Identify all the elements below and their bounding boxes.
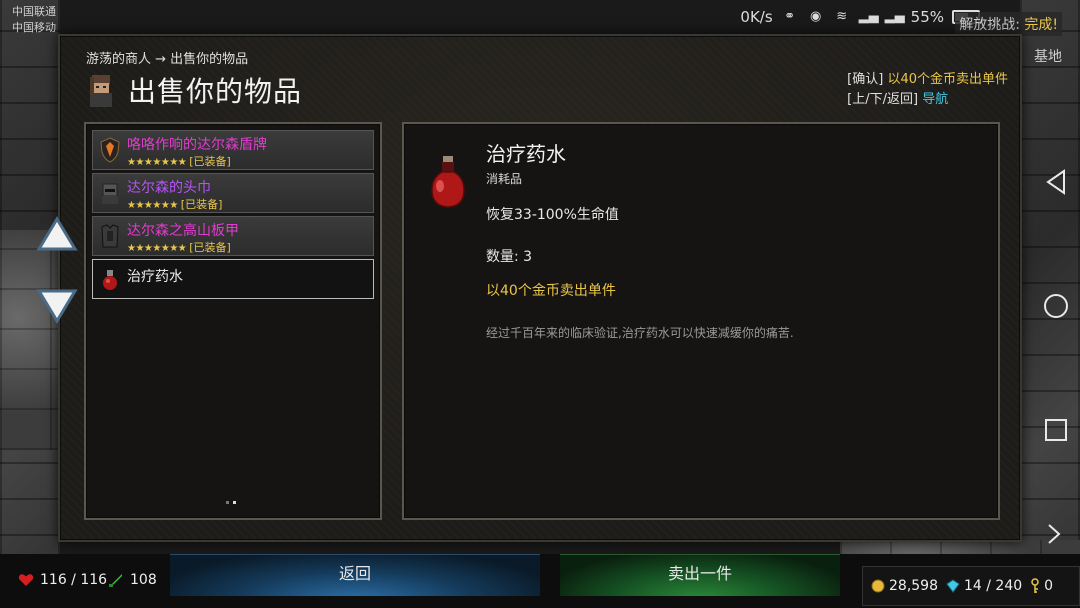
scroll-down-arrow-icon[interactable] — [36, 286, 78, 324]
gold-value: 28,598 — [889, 578, 938, 594]
star-rating: ★★★★★★★ — [127, 157, 187, 168]
hint-nav-text: 导航 — [922, 92, 949, 107]
signal-2g-icon: ▂▄ — [884, 9, 905, 24]
chevron-right-icon[interactable] — [1044, 522, 1064, 546]
item-stars: ★★★★★★★ [已装备] — [127, 153, 231, 169]
list-item[interactable]: 达尔森的头巾 ★★★★★★ [已装备] — [92, 173, 374, 213]
eye-icon: ◉ — [809, 9, 822, 24]
base-button[interactable]: 基地 — [1034, 46, 1062, 66]
carrier-label-2: 中国移动 — [12, 21, 56, 34]
signal-icon: ▂▄ — [858, 9, 879, 24]
equipped-tag: [已装备] — [180, 198, 223, 211]
merchant-avatar-icon — [90, 75, 112, 107]
page-dot — [226, 501, 229, 504]
page-header: 出售你的物品 — [84, 70, 302, 110]
key-value: 0 — [1044, 578, 1054, 594]
system-nav-bar — [1032, 120, 1080, 500]
armor-icon — [101, 224, 119, 248]
key-icon — [1031, 578, 1039, 593]
gold-display: 28,598 — [871, 578, 938, 594]
star-rating: ★★★★★★ — [127, 200, 178, 211]
item-name: 达尔森之高山板甲 — [127, 223, 239, 239]
currency-bar: 28,598 14 / 240 0 — [862, 566, 1080, 606]
recent-apps-icon[interactable] — [1042, 416, 1070, 444]
challenge-done: 完成! — [1024, 17, 1058, 33]
potion-icon — [431, 156, 465, 208]
control-hints: [确认] 以40个金币卖出单件 [上/下/返回] 导航 — [847, 70, 1008, 110]
battery-percent: 55% — [910, 8, 944, 26]
back-icon[interactable] — [1042, 168, 1070, 196]
hint-nav: [上/下/返回] 导航 — [847, 90, 1008, 110]
stamina-stat: 108 — [108, 572, 157, 588]
item-stars: ★★★★★★ [已装备] — [127, 196, 222, 212]
hint-confirm-key: [确认] — [847, 72, 884, 87]
page-dot-active — [233, 501, 236, 504]
page-title: 出售你的物品 — [128, 75, 303, 108]
carrier-label-1: 中国联通 — [12, 5, 56, 18]
detail-item-quantity: 数量: 3 — [486, 249, 533, 265]
wifi-icon: ≋ — [836, 9, 848, 24]
potion-icon — [103, 270, 117, 290]
gem-display: 14 / 240 — [946, 578, 1022, 594]
item-detail: 治疗药水 消耗品 恢复33-100%生命值 数量: 3 以40个金币卖出单件 经… — [402, 122, 1000, 520]
detail-sell-price: 以40个金币卖出单件 — [486, 283, 616, 299]
gem-value: 14 / 240 — [964, 578, 1023, 594]
hint-nav-key: [上/下/返回] — [847, 92, 919, 107]
challenge-label: 解放挑战: — [959, 17, 1020, 33]
item-name: 治疗药水 — [127, 269, 183, 285]
net-speed: 0K/s — [740, 8, 773, 26]
home-icon[interactable] — [1042, 292, 1070, 320]
list-item[interactable]: 咯咯作响的达尔森盾牌 ★★★★★★★ [已装备] — [92, 130, 374, 170]
detail-item-type: 消耗品 — [486, 172, 523, 186]
status-icons: 0K/s ⚭ ◉ ≋ ▂▄ ▂▄ 55% — [740, 8, 980, 26]
scroll-up-arrow-icon[interactable] — [36, 216, 78, 254]
shield-icon — [100, 137, 120, 163]
heart-icon — [18, 574, 34, 586]
item-name: 达尔森的头巾 — [127, 180, 211, 196]
equipped-tag: [已装备] — [189, 155, 231, 168]
list-item[interactable]: 达尔森之高山板甲 ★★★★★★★ [已装备] — [92, 216, 374, 256]
headphones-icon: ⚭ — [784, 9, 796, 24]
hp-value: 116 / 116 — [40, 572, 108, 588]
back-button[interactable]: 返回 — [170, 554, 540, 596]
bottom-bar: 116 / 116 108 返回 卖出一件 28,598 14 / 240 0 — [0, 554, 1080, 608]
item-list: 咯咯作响的达尔森盾牌 ★★★★★★★ [已装备] 达尔森的头巾 ★★★★★★ [已装… — [84, 122, 382, 520]
gem-icon — [946, 579, 960, 593]
challenge-status: 解放挑战: 完成! — [955, 12, 1062, 36]
stamina-value: 108 — [130, 572, 157, 588]
item-name: 咯咯作响的达尔森盾牌 — [127, 137, 267, 153]
sword-icon — [109, 574, 122, 587]
list-item[interactable]: 治疗药水 — [92, 259, 374, 299]
breadcrumb: 游荡的商人 → 出售你的物品 — [86, 52, 249, 67]
equipped-tag: [已装备] — [189, 241, 231, 254]
key-display: 0 — [1030, 578, 1053, 594]
status-bar: 中国联通 中国移动 0K/s ⚭ ◉ ≋ ▂▄ ▂▄ 55% 解放挑战: 完成! — [0, 0, 1080, 38]
sell-one-button[interactable]: 卖出一件 — [560, 554, 840, 596]
star-rating: ★★★★★★★ — [127, 243, 187, 254]
hint-confirm: [确认] 以40个金币卖出单件 — [847, 70, 1008, 90]
background-stone — [0, 230, 60, 450]
detail-item-effect: 恢复33-100%生命值 — [486, 207, 619, 223]
shop-panel: 游荡的商人 → 出售你的物品 出售你的物品 [确认] 以40个金币卖出单件 [上… — [58, 34, 1022, 542]
gold-coin-icon — [871, 579, 885, 593]
helmet-icon — [102, 183, 118, 204]
item-stars: ★★★★★★★ [已装备] — [127, 239, 231, 255]
page-indicator — [226, 501, 236, 504]
hp-stat: 116 / 116 — [18, 572, 107, 588]
detail-item-name: 治疗药水 — [486, 142, 566, 166]
detail-item-description: 经过千百年来的临床验证,治疗药水可以快速减缓你的痛苦. — [486, 326, 794, 340]
hint-confirm-text: 以40个金币卖出单件 — [887, 72, 1008, 87]
